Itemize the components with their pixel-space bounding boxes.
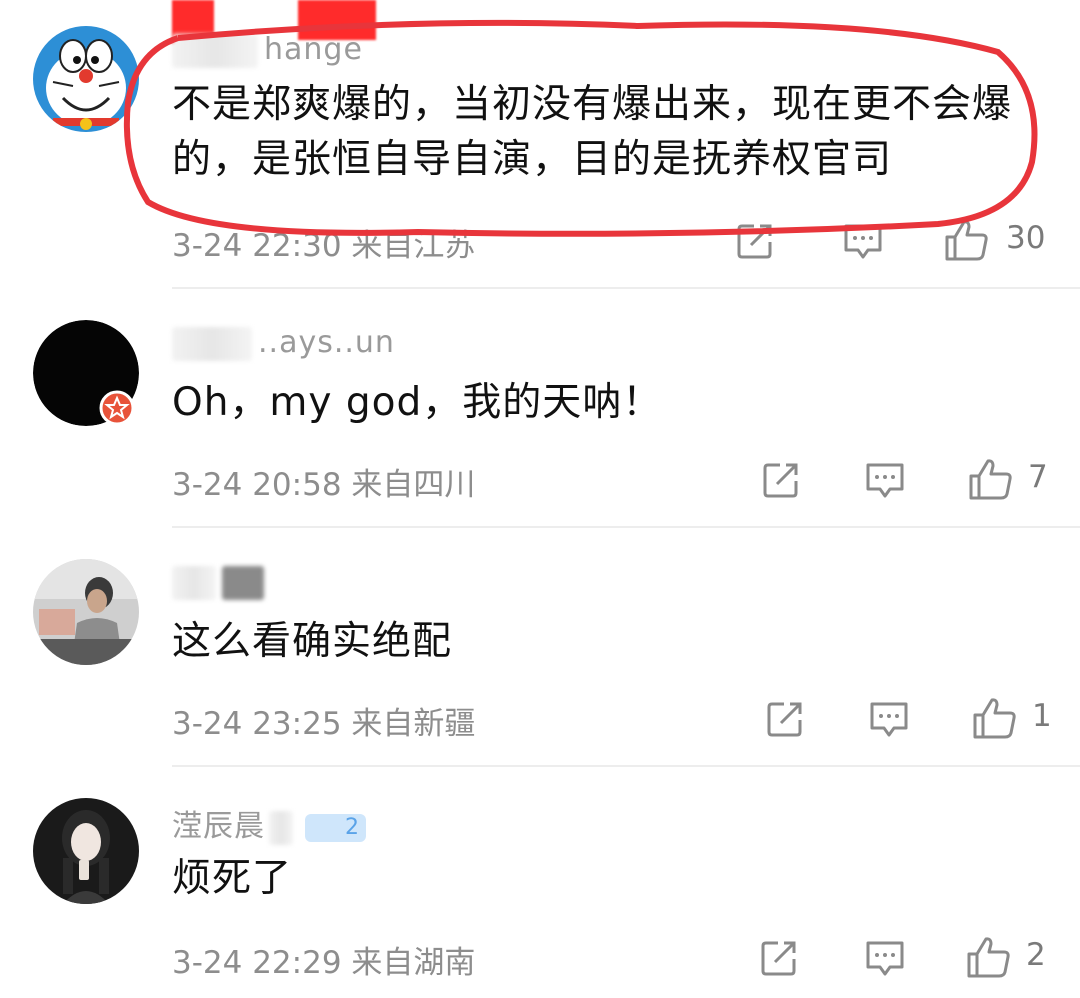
comment-text: Oh，my god，我的天呐！	[172, 380, 663, 425]
like-count: 2	[1026, 937, 1046, 973]
comment-item: hange 不是郑爽爆的，当初没有爆出来，现在更不会爆的，是张恒自导自演，目的是…	[0, 0, 1080, 287]
comment-item: 这么看确实绝配 3-24 23:25 来自新疆 1	[0, 528, 1080, 765]
username-blur	[172, 326, 252, 361]
share-icon[interactable]	[760, 939, 800, 977]
thumbs-up-icon[interactable]	[944, 218, 990, 262]
avatar[interactable]	[33, 559, 139, 665]
comment-icon[interactable]	[842, 222, 884, 262]
username-blur	[269, 810, 293, 845]
comment-feed: hange 不是郑爽爆的，当初没有爆出来，现在更不会爆的，是张恒自导自演，目的是…	[0, 0, 1080, 998]
username-text: ..ays..un	[258, 325, 395, 360]
comment-item: ..ays..un Oh，my god，我的天呐！ 3-24 20:58 来自四…	[0, 289, 1080, 526]
like-count: 1	[1032, 698, 1052, 734]
share-icon[interactable]	[766, 700, 806, 738]
comment-icon[interactable]	[864, 461, 906, 501]
comment-icon[interactable]	[868, 700, 910, 740]
photo-avatar-icon	[33, 559, 139, 665]
comment-actions: 7	[0, 455, 1080, 505]
share-icon[interactable]	[762, 461, 802, 499]
username[interactable]: hange	[172, 32, 363, 68]
avatar[interactable]	[33, 798, 139, 904]
share-icon[interactable]	[736, 222, 776, 260]
thumbs-up-icon[interactable]	[972, 696, 1018, 740]
comment-text: 这么看确实绝配	[172, 619, 453, 664]
username-text: hange	[264, 32, 363, 67]
doraemon-avatar-icon	[33, 26, 139, 132]
level-badge: 2	[305, 813, 366, 842]
comment-item: 滢辰晨 2 烦死了 3-24 22:29 来自湖南 2	[0, 767, 1080, 998]
username-blur	[222, 565, 264, 600]
username[interactable]: 滢辰晨 2	[172, 801, 366, 845]
avatar[interactable]	[33, 26, 139, 132]
username-text: 滢辰晨	[172, 809, 265, 844]
verified-badge-icon	[99, 390, 135, 426]
like-count: 7	[1028, 459, 1048, 495]
thumbs-up-icon[interactable]	[968, 457, 1014, 501]
thumbs-up-icon[interactable]	[966, 935, 1012, 979]
comment-text: 烦死了	[172, 856, 293, 901]
like-count: 30	[1006, 220, 1046, 256]
username[interactable]	[172, 564, 270, 600]
username-blur	[172, 33, 258, 68]
comment-actions: 2	[0, 933, 1080, 983]
username[interactable]: ..ays..un	[172, 325, 395, 361]
comment-icon[interactable]	[864, 939, 906, 979]
comment-actions: 30	[0, 216, 1080, 266]
username-blur	[172, 565, 216, 600]
comment-actions: 1	[0, 694, 1080, 744]
comment-text: 不是郑爽爆的，当初没有爆出来，现在更不会爆的，是张恒自导自演，目的是抚养权官司	[172, 82, 1013, 182]
woman-avatar-icon	[33, 798, 139, 904]
